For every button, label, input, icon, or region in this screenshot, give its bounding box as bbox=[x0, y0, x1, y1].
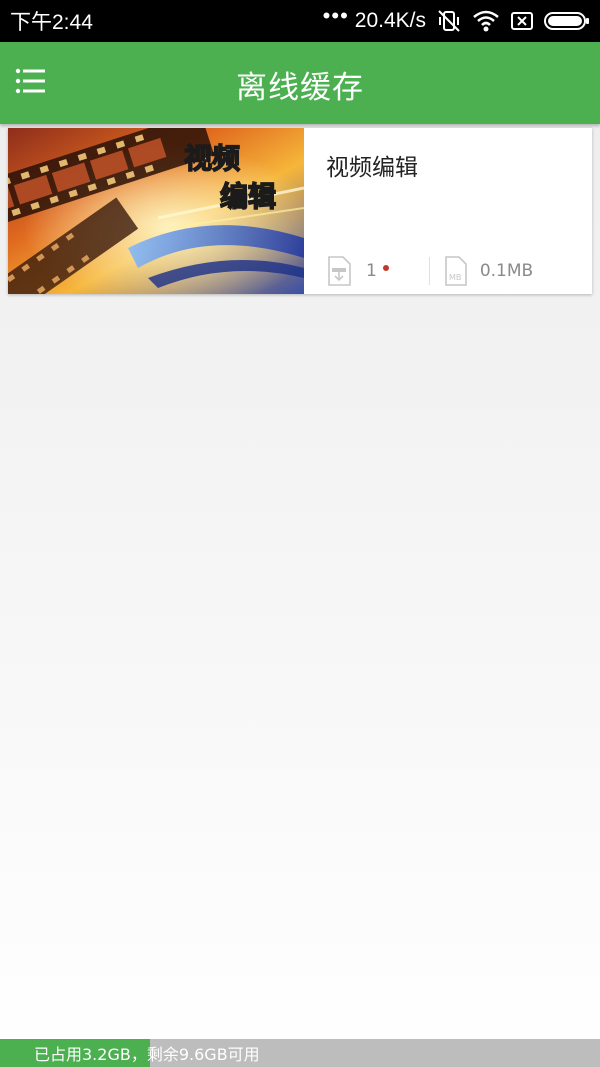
app-bar: 离线缓存 bbox=[0, 42, 600, 124]
meta-divider bbox=[428, 257, 430, 285]
file-size: 0.1MB bbox=[479, 261, 534, 281]
storage-separator: ， bbox=[130, 1045, 147, 1064]
storage-bar: 已占用3.2GB，剩余9.6GB可用 bbox=[0, 1039, 600, 1067]
video-thumbnail[interactable]: 视频 编辑 bbox=[8, 128, 304, 294]
cache-item-title: 视频编辑 bbox=[326, 155, 418, 181]
thumbnail-text-line2: 编辑 bbox=[220, 180, 276, 213]
cache-item-meta: 1 MB 0.1MB bbox=[326, 256, 588, 286]
storage-text: 已占用3.2GB，剩余9.6GB可用 bbox=[0, 1041, 260, 1065]
status-icons: ••• 20.4K/s bbox=[323, 5, 590, 34]
sim-x-icon bbox=[511, 12, 533, 30]
status-bar: 下午2:44 ••• 20.4K/s bbox=[0, 0, 600, 42]
thumbnail-text-line1: 视频 bbox=[184, 142, 240, 175]
page-title: 离线缓存 bbox=[236, 70, 364, 106]
cache-item-card[interactable]: 视频 编辑 视频编辑 1 MB 0.1MB bbox=[8, 128, 592, 294]
episode-count: 1 bbox=[366, 261, 389, 281]
episode-count-value: 1 bbox=[366, 261, 377, 281]
svg-text:MB: MB bbox=[449, 273, 461, 282]
more-dots-icon: ••• bbox=[322, 3, 349, 28]
network-speed: ••• 20.4K/s bbox=[323, 5, 426, 33]
mb-file-icon: MB bbox=[445, 256, 467, 286]
network-speed-label: 20.4K/s bbox=[354, 9, 426, 32]
wifi-icon bbox=[473, 10, 499, 32]
mute-vibrate-icon bbox=[438, 10, 460, 32]
status-time: 下午2:44 bbox=[10, 11, 93, 34]
new-indicator-dot bbox=[382, 265, 389, 271]
battery-icon bbox=[544, 12, 589, 30]
storage-free-text: 剩余9.6GB可用 bbox=[146, 1045, 260, 1064]
video-file-icon bbox=[328, 256, 351, 286]
film-thumbnail-image: 视频 编辑 bbox=[8, 128, 304, 294]
storage-used-text: 已占用3.2GB bbox=[34, 1045, 131, 1064]
